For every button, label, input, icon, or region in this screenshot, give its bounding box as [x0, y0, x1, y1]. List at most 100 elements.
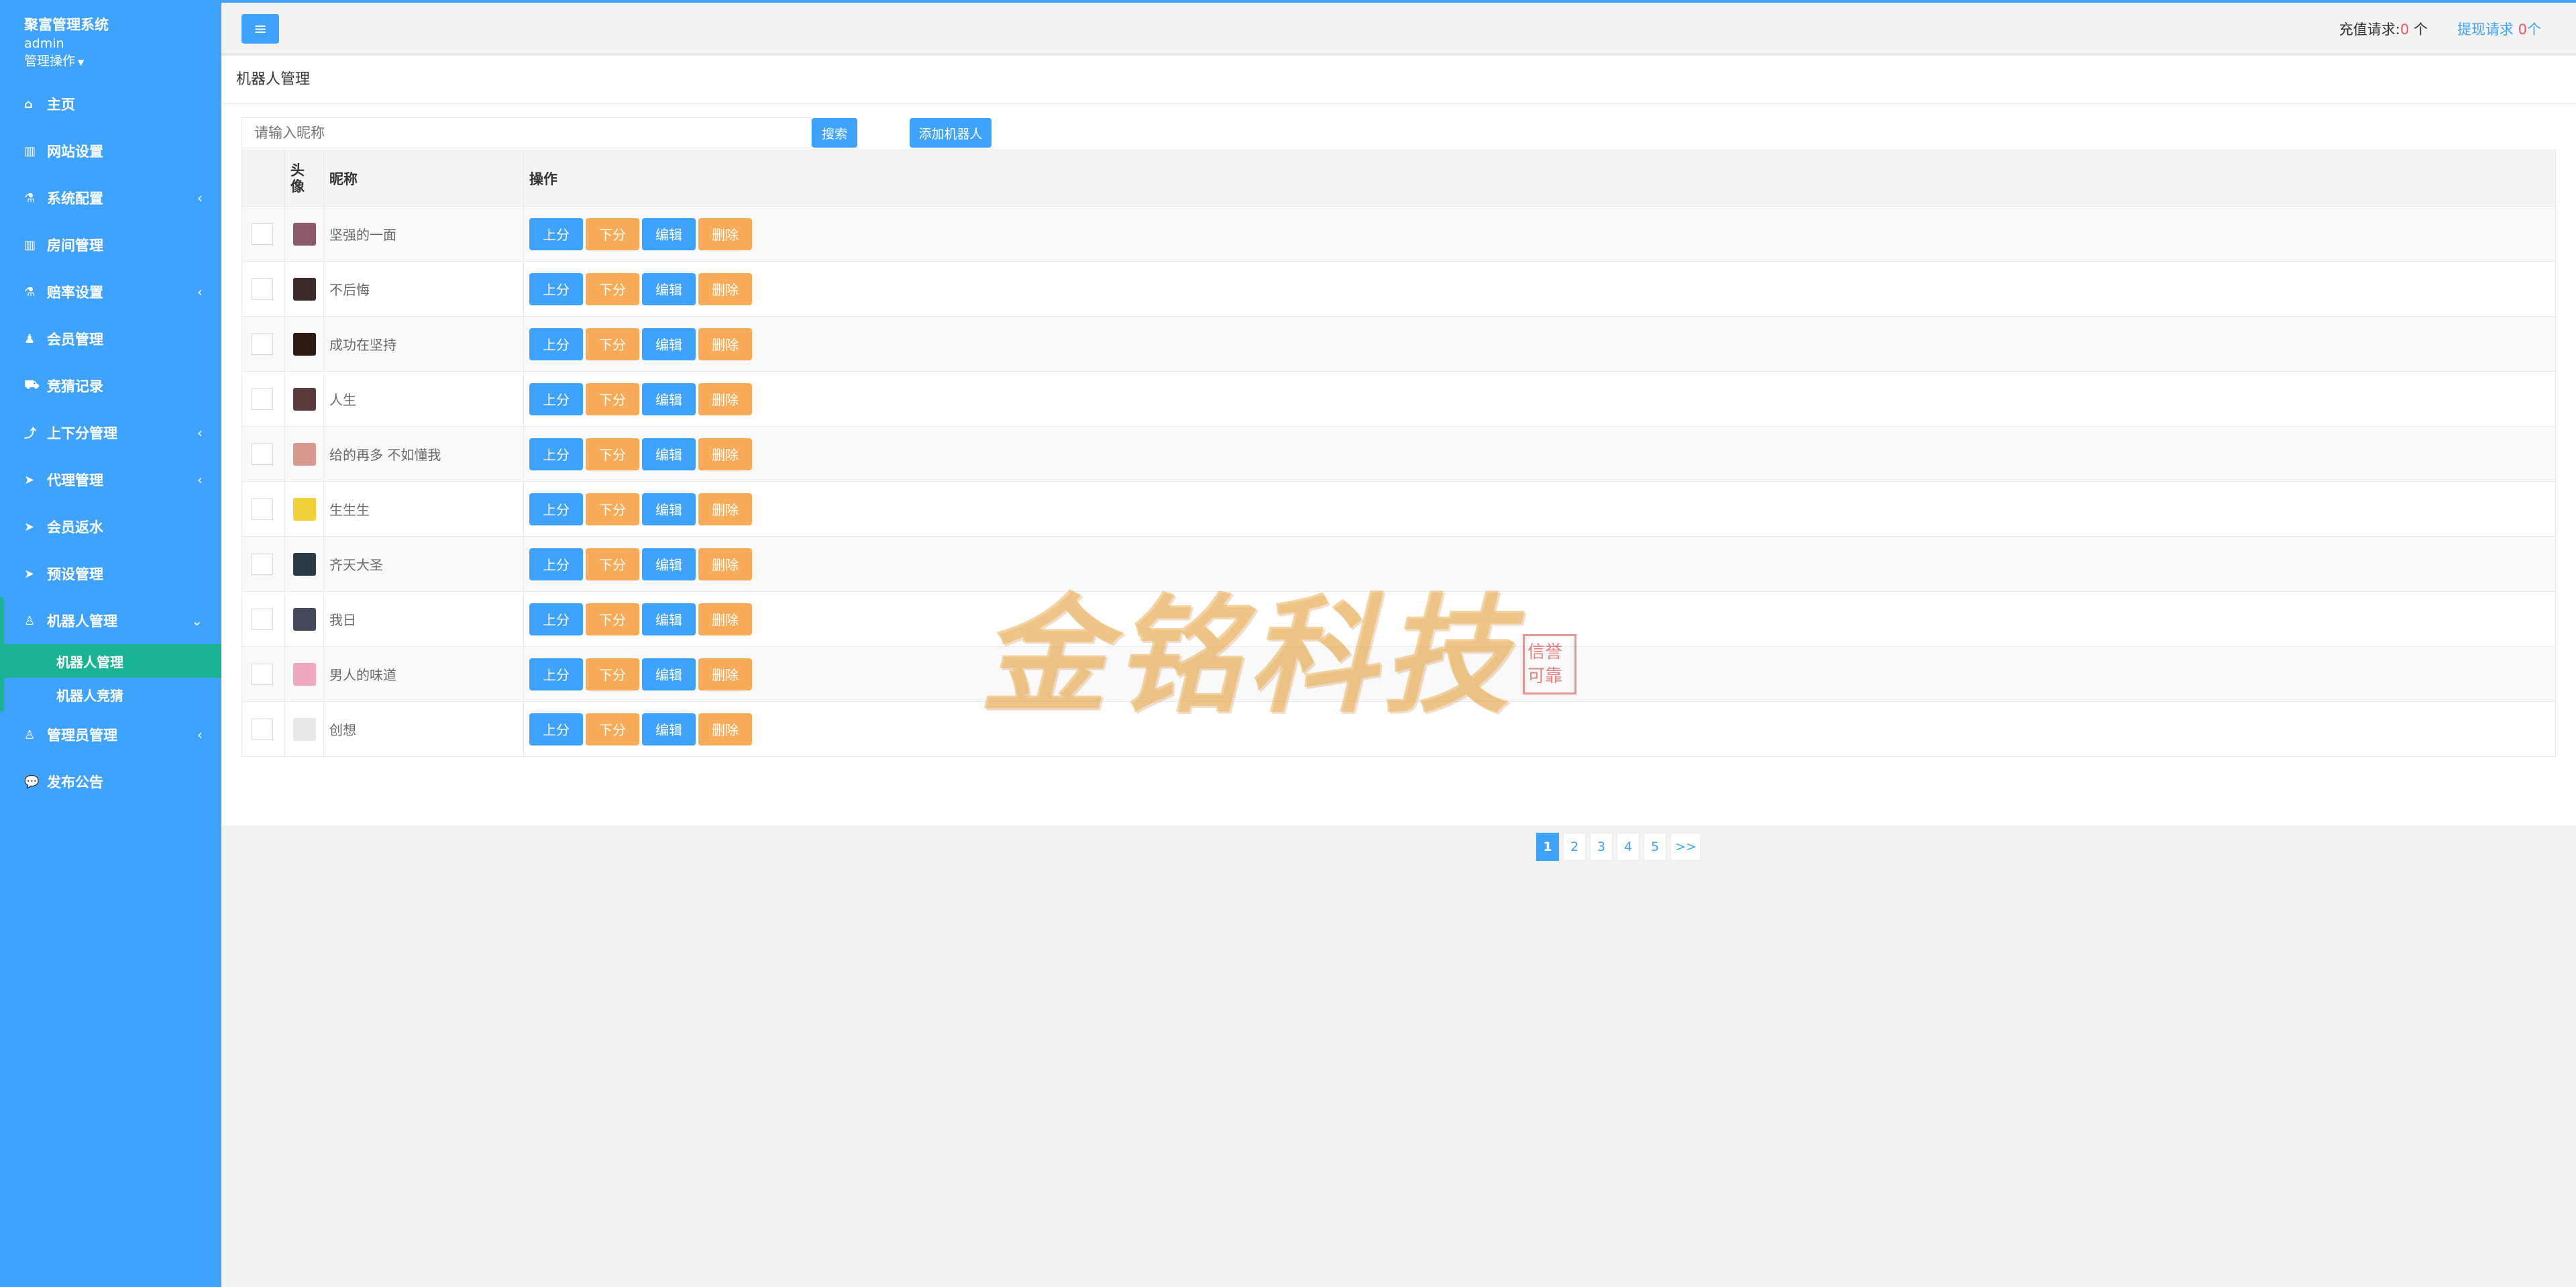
chevron-left-icon: ‹: [197, 190, 203, 206]
sidebar-subitem[interactable]: 机器人管理: [4, 644, 221, 678]
add-points-button[interactable]: 上分: [529, 382, 583, 415]
header-checkbox-cell: [241, 150, 285, 207]
row-checkbox[interactable]: [252, 718, 273, 740]
sidebar-item[interactable]: ➤ 预设管理: [0, 550, 221, 597]
sidebar-item[interactable]: ➤ 会员返水: [0, 503, 221, 550]
sidebar-item[interactable]: ⚗ 系统配置 ‹: [0, 174, 221, 221]
row-avatar-cell: [284, 426, 324, 482]
avatar: [293, 332, 316, 356]
page-button[interactable]: 3: [1590, 833, 1613, 861]
row-checkbox-cell: [241, 536, 285, 592]
deduct-points-button[interactable]: 下分: [586, 217, 639, 250]
row-checkbox-cell: [241, 701, 285, 757]
add-points-button[interactable]: 上分: [529, 217, 583, 250]
page-button[interactable]: 2: [1563, 833, 1586, 861]
row-checkbox[interactable]: [252, 223, 273, 245]
next-page-button[interactable]: >>: [1670, 833, 1701, 861]
menu-toggle-button[interactable]: ≡: [241, 14, 279, 44]
edit-button[interactable]: 编辑: [642, 493, 696, 525]
page-title: 机器人管理: [221, 56, 2576, 104]
delete-button[interactable]: 删除: [698, 382, 752, 415]
delete-button[interactable]: 删除: [698, 603, 752, 635]
page-button[interactable]: 4: [1617, 833, 1640, 861]
deduct-points-button[interactable]: 下分: [586, 548, 639, 580]
sidebar-item[interactable]: ⛟ 竞猜记录: [0, 362, 221, 409]
delete-button[interactable]: 删除: [698, 327, 752, 360]
delete-button[interactable]: 删除: [698, 272, 752, 305]
admin-ops-label: 管理操作: [24, 54, 76, 68]
table-row: 不后悔 上分 下分 编辑 删除: [241, 261, 2556, 317]
edit-button[interactable]: 编辑: [642, 658, 696, 690]
withdraw-request[interactable]: 提现请求 0个: [2457, 19, 2541, 39]
search-button[interactable]: 搜索: [812, 118, 857, 148]
sidebar-item[interactable]: ⚗ 赔率设置 ‹: [0, 268, 221, 315]
edit-button[interactable]: 编辑: [642, 382, 696, 415]
sidebar-item[interactable]: ♙ 机器人管理 ⌄: [0, 597, 221, 644]
deduct-points-button[interactable]: 下分: [586, 658, 639, 690]
table-row: 成功在坚持 上分 下分 编辑 删除: [241, 316, 2556, 372]
delete-button[interactable]: 删除: [698, 713, 752, 745]
sidebar-item[interactable]: ▥ 房间管理: [0, 221, 221, 268]
table-header-row: 头像 昵称 操作: [241, 150, 2556, 207]
add-points-button[interactable]: 上分: [529, 548, 583, 580]
add-points-button[interactable]: 上分: [529, 493, 583, 525]
search-input[interactable]: [241, 117, 812, 148]
comment-icon: 💬: [24, 774, 40, 789]
row-name: 成功在坚持: [323, 316, 524, 372]
columns-icon: ▥: [24, 238, 36, 252]
chevron-down-icon: ⌄: [191, 613, 203, 629]
deduct-points-button[interactable]: 下分: [586, 327, 639, 360]
row-checkbox[interactable]: [252, 333, 273, 355]
edit-button[interactable]: 编辑: [642, 272, 696, 305]
delete-button[interactable]: 删除: [698, 658, 752, 690]
sidebar-subitem[interactable]: 机器人竞猜: [4, 678, 221, 711]
deduct-points-button[interactable]: 下分: [586, 713, 639, 745]
sidebar-item[interactable]: ➤ 代理管理 ‹: [0, 456, 221, 503]
recharge-request[interactable]: 充值请求:0 个: [2339, 19, 2428, 39]
add-points-button[interactable]: 上分: [529, 437, 583, 470]
edit-button[interactable]: 编辑: [642, 217, 696, 250]
row-checkbox[interactable]: [252, 553, 273, 575]
deduct-points-button[interactable]: 下分: [586, 493, 639, 525]
page-button[interactable]: 1: [1536, 833, 1559, 861]
sidebar-item[interactable]: ♟ 会员管理: [0, 315, 221, 362]
deduct-points-button[interactable]: 下分: [586, 437, 639, 470]
deduct-points-button[interactable]: 下分: [586, 382, 639, 415]
page-button[interactable]: 5: [1644, 833, 1666, 861]
sidebar-item[interactable]: ⌂ 主页: [0, 81, 221, 127]
chevron-left-icon: ‹: [197, 472, 203, 488]
add-robot-button[interactable]: 添加机器人: [910, 118, 991, 148]
row-checkbox[interactable]: [252, 663, 273, 685]
add-points-button[interactable]: 上分: [529, 713, 583, 745]
row-checkbox[interactable]: [252, 443, 273, 465]
add-points-button[interactable]: 上分: [529, 658, 583, 690]
header-avatar-label: 头像: [290, 162, 305, 195]
delete-button[interactable]: 删除: [698, 493, 752, 525]
row-avatar-cell: [284, 591, 324, 647]
sidebar-item[interactable]: ▥ 网站设置: [0, 127, 221, 174]
home-icon: ⌂: [24, 97, 33, 111]
add-points-button[interactable]: 上分: [529, 327, 583, 360]
row-checkbox[interactable]: [252, 498, 273, 520]
deduct-points-button[interactable]: 下分: [586, 272, 639, 305]
edit-button[interactable]: 编辑: [642, 437, 696, 470]
admin-ops-dropdown[interactable]: 管理操作 ▼: [24, 52, 221, 71]
delete-button[interactable]: 删除: [698, 548, 752, 580]
delete-button[interactable]: 删除: [698, 437, 752, 470]
row-checkbox[interactable]: [252, 278, 273, 300]
sidebar-item[interactable]: ⤴ 上下分管理 ‹: [0, 409, 221, 456]
sidebar-item-label: 竞猜记录: [47, 378, 103, 395]
sidebar-item[interactable]: 💬 发布公告: [0, 758, 221, 805]
edit-button[interactable]: 编辑: [642, 603, 696, 635]
sidebar-item[interactable]: ♙ 管理员管理 ‹: [0, 711, 221, 758]
add-points-button[interactable]: 上分: [529, 272, 583, 305]
add-points-button[interactable]: 上分: [529, 603, 583, 635]
edit-button[interactable]: 编辑: [642, 713, 696, 745]
delete-button[interactable]: 删除: [698, 217, 752, 250]
row-name: 不后悔: [323, 261, 524, 317]
edit-button[interactable]: 编辑: [642, 327, 696, 360]
row-checkbox[interactable]: [252, 388, 273, 410]
deduct-points-button[interactable]: 下分: [586, 603, 639, 635]
edit-button[interactable]: 编辑: [642, 548, 696, 580]
row-checkbox[interactable]: [252, 608, 273, 630]
